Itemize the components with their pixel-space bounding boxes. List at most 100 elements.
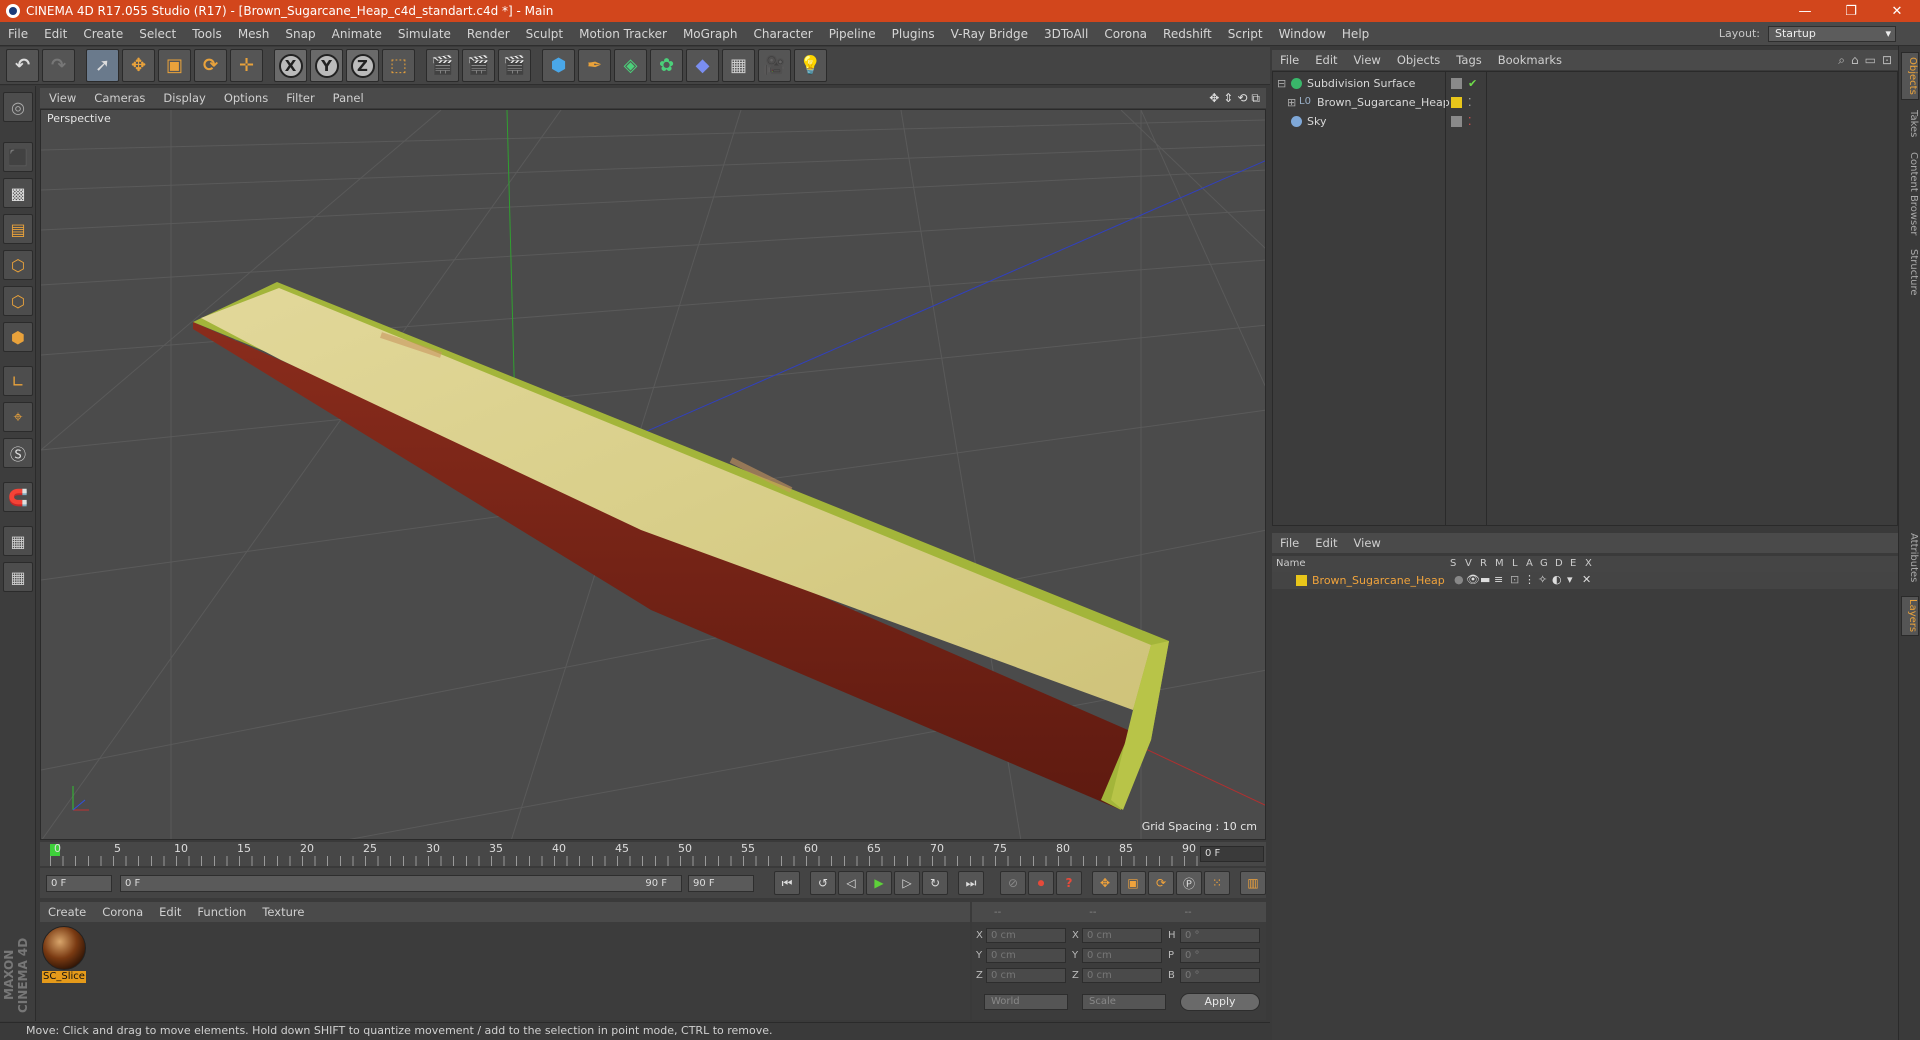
coordinate-system-button[interactable]: ⬚ bbox=[382, 49, 415, 82]
generator-icon[interactable]: ✧ bbox=[1538, 573, 1547, 586]
end-frame-field[interactable]: 90 F bbox=[688, 874, 754, 892]
tab-objects[interactable]: Objects bbox=[1901, 52, 1919, 100]
mograph-cloner-button[interactable]: ✿ bbox=[650, 49, 683, 82]
pan-view-icon[interactable]: ✥ bbox=[1209, 91, 1219, 106]
tab-content-browser[interactable]: Content Browser bbox=[1901, 150, 1919, 238]
layout-select[interactable]: Startup bbox=[1768, 25, 1896, 42]
objmgr-menu-edit[interactable]: Edit bbox=[1307, 53, 1345, 67]
light-object-button[interactable]: 💡 bbox=[794, 49, 827, 82]
deformer-icon[interactable]: ◐ bbox=[1552, 573, 1562, 586]
layer-color-swatch[interactable] bbox=[1451, 97, 1462, 108]
key-pla-button[interactable]: ⁙ bbox=[1204, 871, 1230, 895]
camera-object-button[interactable]: 🎥 bbox=[758, 49, 791, 82]
menu-corona[interactable]: Corona bbox=[1096, 27, 1155, 41]
menu-mograph[interactable]: MoGraph bbox=[675, 27, 746, 41]
position-x-field[interactable]: 0 cm bbox=[986, 928, 1066, 943]
make-editable-button[interactable]: ◎ bbox=[3, 92, 33, 122]
menu-vray-bridge[interactable]: V-Ray Bridge bbox=[943, 27, 1036, 41]
prev-key-button[interactable]: ↺ bbox=[810, 871, 836, 895]
floor-object-button[interactable]: ▦ bbox=[722, 49, 755, 82]
render-view-button[interactable]: 🎬 bbox=[426, 49, 459, 82]
lock-icon[interactable]: ⊡ bbox=[1510, 573, 1519, 586]
goto-start-button[interactable]: ⏮ bbox=[774, 871, 800, 895]
record-key-button[interactable]: ⏺ bbox=[1028, 871, 1054, 895]
expand-toggle-icon[interactable]: ⊞ bbox=[1287, 96, 1296, 109]
xref-icon[interactable]: ✕ bbox=[1582, 573, 1591, 586]
solo-mode-button[interactable]: Ⓢ bbox=[3, 438, 33, 468]
subdivision-generator-button[interactable]: ◈ bbox=[614, 49, 647, 82]
eye-icon[interactable]: 👁 bbox=[1466, 573, 1480, 586]
menu-create[interactable]: Create bbox=[75, 27, 131, 41]
deformer-button[interactable]: ◆ bbox=[686, 49, 719, 82]
rotation-h-field[interactable]: 0 ° bbox=[1180, 928, 1260, 943]
workplane-align-button[interactable]: ▦ bbox=[3, 562, 33, 592]
render-picture-viewer-button[interactable]: 🎬 bbox=[462, 49, 495, 82]
snap-toggle-button[interactable]: 🧲 bbox=[3, 482, 33, 512]
menu-script[interactable]: Script bbox=[1220, 27, 1271, 41]
undo-button[interactable]: ↶ bbox=[6, 49, 39, 82]
material-menu-function[interactable]: Function bbox=[189, 905, 254, 919]
material-menu-corona[interactable]: Corona bbox=[94, 905, 151, 919]
column-divider[interactable] bbox=[1445, 71, 1446, 526]
lock-icon[interactable]: ⊡ bbox=[1882, 53, 1892, 68]
tab-layers[interactable]: Layers bbox=[1901, 596, 1919, 636]
menu-file[interactable]: File bbox=[0, 27, 36, 41]
new-view-icon[interactable]: ▭ bbox=[1865, 53, 1876, 68]
cube-object-button[interactable]: ⬢ bbox=[542, 49, 575, 82]
minimize-button[interactable]: — bbox=[1782, 4, 1828, 19]
object-row-brown-sugarcane-heap[interactable]: ⊞ L0 Brown_Sugarcane_Heap ⁚ bbox=[1273, 93, 1897, 112]
layer-name[interactable]: Brown_Sugarcane_Heap bbox=[1312, 574, 1445, 587]
next-frame-button[interactable]: ▷ bbox=[894, 871, 920, 895]
column-divider[interactable] bbox=[1486, 71, 1487, 526]
key-position-button[interactable]: ✥ bbox=[1092, 871, 1118, 895]
viewport-menu-panel[interactable]: Panel bbox=[324, 91, 373, 105]
menu-simulate[interactable]: Simulate bbox=[390, 27, 459, 41]
key-scale-button[interactable]: ▣ bbox=[1120, 871, 1146, 895]
current-frame-field[interactable]: 0 F bbox=[1200, 846, 1264, 862]
dolly-view-icon[interactable]: ⇕ bbox=[1223, 91, 1233, 106]
menu-character[interactable]: Character bbox=[745, 27, 820, 41]
layermgr-menu-edit[interactable]: Edit bbox=[1307, 536, 1345, 550]
object-name[interactable]: Sky bbox=[1307, 115, 1326, 128]
play-button[interactable]: ▶ bbox=[866, 871, 892, 895]
timeline-ruler[interactable]: 0 5 10 15 20 25 30 35 40 45 50 55 60 65 … bbox=[40, 842, 1266, 866]
object-row-subdivision-surface[interactable]: ⊟ Subdivision Surface ✔ bbox=[1273, 74, 1897, 93]
menu-snap[interactable]: Snap bbox=[277, 27, 323, 41]
menu-plugins[interactable]: Plugins bbox=[884, 27, 943, 41]
object-row-sky[interactable]: Sky ⁚ bbox=[1273, 112, 1897, 131]
menu-animate[interactable]: Animate bbox=[324, 27, 390, 41]
layer-row[interactable]: Brown_Sugarcane_Heap ● 👁 ▬ ≡ ⊡ ⋮ ✧ ◐ ▾ ✕ bbox=[1272, 572, 1898, 589]
search-icon[interactable]: ⌕ bbox=[1838, 53, 1845, 68]
menu-select[interactable]: Select bbox=[131, 27, 184, 41]
tab-takes[interactable]: Takes bbox=[1901, 106, 1919, 142]
autokey-button[interactable]: ? bbox=[1056, 871, 1082, 895]
visibility-toggle-icon[interactable] bbox=[1451, 78, 1462, 89]
redo-button[interactable]: ↷ bbox=[42, 49, 75, 82]
menu-render[interactable]: Render bbox=[459, 27, 518, 41]
tab-structure[interactable]: Structure bbox=[1901, 244, 1919, 300]
prev-frame-button[interactable]: ◁ bbox=[838, 871, 864, 895]
perspective-viewport[interactable]: Perspective Grid Spacing : 10 cm bbox=[40, 109, 1266, 840]
edges-mode-button[interactable]: ⬡ bbox=[3, 286, 33, 316]
preview-range-slider[interactable]: 0 F 90 F bbox=[120, 874, 682, 892]
menu-sculpt[interactable]: Sculpt bbox=[518, 27, 571, 41]
material-name-label[interactable]: SC_Slice bbox=[42, 971, 86, 983]
y-axis-lock-button[interactable]: Y bbox=[310, 49, 343, 82]
viewport-menu-display[interactable]: Display bbox=[154, 91, 214, 105]
rotation-p-field[interactable]: 0 ° bbox=[1180, 948, 1260, 963]
objmgr-menu-file[interactable]: File bbox=[1272, 53, 1307, 67]
texture-mode-button[interactable]: ▩ bbox=[3, 178, 33, 208]
close-button[interactable]: ✕ bbox=[1874, 4, 1920, 19]
material-menu-create[interactable]: Create bbox=[40, 905, 94, 919]
animation-film-icon[interactable]: ⋮ bbox=[1524, 573, 1535, 586]
objmgr-menu-tags[interactable]: Tags bbox=[1448, 53, 1489, 67]
scale-tool-button[interactable]: ▣ bbox=[158, 49, 191, 82]
menu-edit[interactable]: Edit bbox=[36, 27, 75, 41]
tweak-mode-button[interactable]: ⌖ bbox=[3, 402, 33, 432]
menu-redshift[interactable]: Redshift bbox=[1155, 27, 1220, 41]
apply-button[interactable]: Apply bbox=[1180, 993, 1260, 1011]
visibility-dots-icon[interactable]: ⁚ bbox=[1468, 96, 1472, 109]
polygons-mode-button[interactable]: ⬢ bbox=[3, 322, 33, 352]
maximize-button[interactable]: ❐ bbox=[1828, 4, 1874, 19]
manager-list-icon[interactable]: ≡ bbox=[1494, 573, 1503, 586]
